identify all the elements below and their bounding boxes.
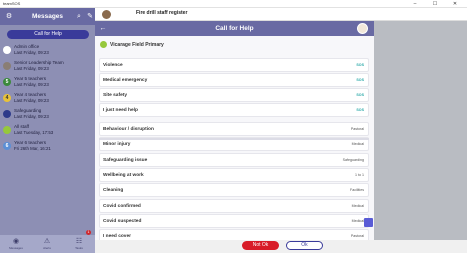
option-label: Cleaning <box>103 188 124 194</box>
conversation-avatar <box>102 10 111 19</box>
thread-date: Last Tuesday, 17:53 <box>14 130 54 135</box>
bottom-nav: ◉ Messages ⚠ Alerts ☷ Tasks <box>0 235 95 253</box>
option-tag: Medical <box>351 203 364 208</box>
school-logo-icon <box>100 41 107 48</box>
thread-name: Year 4 teachers <box>14 92 47 97</box>
tasks-icon: ☷ <box>75 238 83 245</box>
nav-alerts[interactable]: ⚠ Alerts <box>40 237 54 251</box>
nav-tasks[interactable]: ☷ Tasks <box>72 237 86 251</box>
group-avatar-icon: 4 <box>3 94 11 102</box>
thread-name: Admin office <box>14 44 40 49</box>
compose-icon[interactable]: ✎ <box>85 11 95 22</box>
minimize-icon[interactable]: – <box>408 0 422 8</box>
group-avatar-icon <box>3 110 11 118</box>
school-name: Vicarage Field Primary <box>110 42 164 48</box>
nav-label: Messages <box>9 246 23 250</box>
option-tag: Safeguarding <box>342 157 364 162</box>
option-tag: SOS <box>356 78 364 82</box>
close-icon[interactable]: ✕ <box>448 0 462 8</box>
window-title-bar: teamSOS – ☐ ✕ <box>0 0 467 8</box>
option-tag: SOS <box>356 108 364 112</box>
nav-messages[interactable]: ◉ Messages <box>9 237 23 251</box>
option-label: I just need help <box>103 108 138 113</box>
help-option-other[interactable]: Wellbeing at work 1 to 1 <box>99 167 369 182</box>
thread-name: All staff <box>14 124 29 129</box>
group-avatar-icon <box>3 62 11 70</box>
thread-date: Last Friday, 09:23 <box>14 66 49 71</box>
help-option-other[interactable]: Covid suspected Medical <box>99 213 369 228</box>
nav-label: Alerts <box>43 246 51 250</box>
call-for-help-button[interactable]: Call for Help <box>7 30 89 39</box>
option-label: Covid confirmed <box>103 203 141 209</box>
thread-name: Year 5 teachers <box>14 76 47 81</box>
message-thread-item[interactable]: 6 Year 6 teachers Fri 26th Mar, 16:21 <box>0 139 95 155</box>
not-ok-button[interactable]: Not Ok <box>242 241 279 250</box>
help-option-urgent[interactable]: Violence SOS <box>99 58 369 72</box>
help-option-urgent[interactable]: Medical emergency SOS <box>99 73 369 87</box>
option-tag: Pastoral <box>350 127 364 131</box>
group-avatar-icon <box>3 126 11 134</box>
conversation-title: Fire drill staff register <box>136 10 188 16</box>
thread-date: Last Friday, 09:23 <box>14 50 49 55</box>
notification-badge: 1 <box>86 230 91 235</box>
option-tag: SOS <box>356 63 364 67</box>
modal-header: Call for Help ← <box>95 21 374 36</box>
help-option-other[interactable]: Cleaning Facilities <box>99 183 369 198</box>
sidebar-header: ⚙ Messages ⌕ ✎ <box>0 8 95 25</box>
help-option-other[interactable]: Safeguarding issue Safeguarding <box>99 152 369 167</box>
option-label: Safeguarding issue <box>103 157 148 163</box>
thread-name: Safeguarding <box>14 108 42 113</box>
option-tag: 1 to 1 <box>355 172 364 177</box>
option-label: Wellbeing at work <box>103 172 144 178</box>
warning-icon: ⚠ <box>43 238 51 245</box>
scroll-down-button[interactable] <box>364 218 373 227</box>
option-tag: Facilities <box>350 188 364 193</box>
message-thread-item[interactable]: Senior Leadership Team Last Friday, 09:23 <box>0 59 95 75</box>
profile-avatar[interactable] <box>357 23 368 34</box>
search-icon[interactable]: ⌕ <box>74 11 84 22</box>
thread-date: Last Friday, 09:23 <box>14 98 49 103</box>
thread-name: Year 6 teachers <box>14 140 47 145</box>
group-avatar-icon: 6 <box>3 142 11 150</box>
message-thread-item[interactable]: 5 Year 5 teachers Last Friday, 09:23 <box>0 75 95 91</box>
option-label: Minor injury <box>103 142 131 148</box>
message-thread-item[interactable]: Admin office Last Friday, 09:23 <box>0 43 95 59</box>
option-label: Violence <box>103 63 123 68</box>
modal-title: Call for Help <box>215 25 254 32</box>
window-title: teamSOS <box>3 1 21 6</box>
option-label: Medical emergency <box>103 78 148 83</box>
thread-name: Senior Leadership Team <box>14 60 64 65</box>
help-option-urgent[interactable]: Site safety SOS <box>99 88 369 102</box>
option-tag: SOS <box>356 93 364 97</box>
message-thread-item[interactable]: 4 Year 4 teachers Last Friday, 09:23 <box>0 91 95 107</box>
action-bar <box>95 240 467 253</box>
section-divider <box>99 138 369 140</box>
option-label: Site safety <box>103 93 127 98</box>
option-label: Behaviour / disruption <box>103 127 154 132</box>
thread-date: Fri 26th Mar, 16:21 <box>14 146 51 151</box>
thread-date: Last Friday, 09:23 <box>14 82 49 87</box>
group-avatar-icon <box>3 46 11 54</box>
option-label: Covid suspected <box>103 218 142 224</box>
thread-date: Last Friday, 09:23 <box>14 114 49 119</box>
back-arrow-icon[interactable]: ← <box>98 21 108 36</box>
help-option-other[interactable]: Covid confirmed Medical <box>99 198 369 213</box>
help-option-urgent[interactable]: I just need help SOS <box>99 103 369 117</box>
sidebar: ⚙ Messages ⌕ ✎ Call for Help Admin offic… <box>0 8 95 253</box>
chat-icon: ◉ <box>12 238 20 245</box>
call-for-help-modal: Call for Help ← Vicarage Field Primary V… <box>95 21 374 244</box>
message-thread-item[interactable]: All staff Last Tuesday, 17:53 <box>0 123 95 139</box>
option-tag: Medical <box>351 218 364 223</box>
message-thread-item[interactable]: Safeguarding Last Friday, 09:23 <box>0 107 95 123</box>
option-tag: Medical <box>351 142 364 147</box>
maximize-icon[interactable]: ☐ <box>428 0 442 8</box>
nav-label: Tasks <box>75 246 83 250</box>
ok-button[interactable]: Ok <box>286 241 323 250</box>
help-option-other[interactable]: Behaviour / disruption Pastoral <box>99 122 369 136</box>
group-avatar-icon: 5 <box>3 78 11 86</box>
